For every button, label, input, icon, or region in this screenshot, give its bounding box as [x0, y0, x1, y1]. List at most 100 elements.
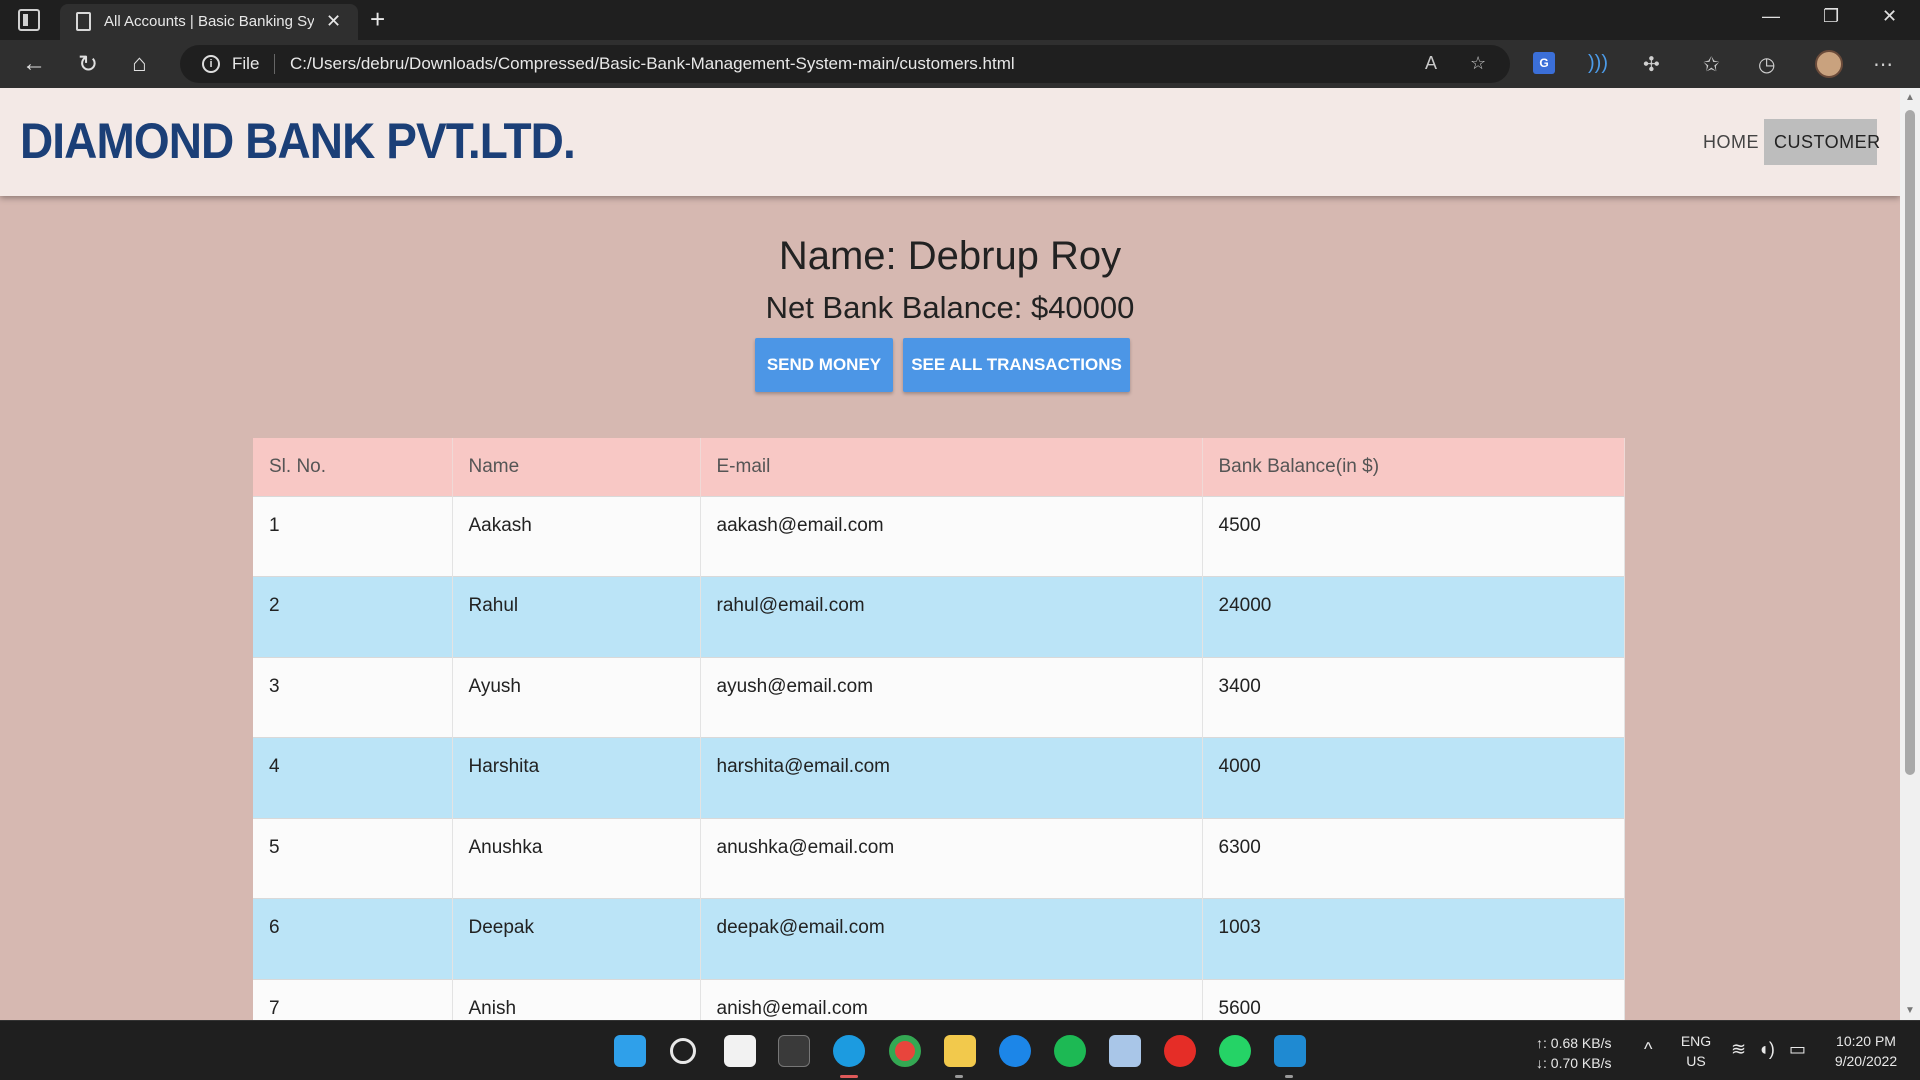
scroll-up-arrow-icon[interactable]: ▲ — [1905, 92, 1915, 103]
minimize-button[interactable]: — — [1762, 6, 1780, 27]
send-money-button[interactable]: SEND MONEY — [755, 338, 893, 392]
cell-sl-no: 4 — [253, 737, 453, 818]
home-icon[interactable]: ⌂ — [132, 50, 147, 78]
cell-email: aakash@email.com — [700, 495, 1203, 577]
file-explorer-icon[interactable] — [944, 1035, 976, 1067]
cell-email: harshita@email.com — [700, 737, 1203, 818]
table-row: 3 Ayush ayush@email.com 3400 — [253, 656, 1625, 738]
cell-balance: 4500 — [1202, 495, 1625, 577]
browser-tab[interactable]: All Accounts | Basic Banking System ✕ — [60, 4, 358, 40]
whatsapp-icon[interactable] — [1219, 1035, 1251, 1067]
browser-address-bar: ← ↻ ⌂ i File C:/Users/debru/Downloads/Co… — [0, 40, 1920, 88]
history-icon[interactable]: ◷ — [1758, 52, 1775, 77]
header-sl-no: Sl. No. — [253, 438, 453, 496]
bank-logo[interactable]: DIAMOND BANK PVT.LTD. — [20, 112, 576, 170]
windows-start-icon[interactable] — [614, 1035, 646, 1067]
cell-email: anish@email.com — [700, 978, 1203, 1020]
photos-icon[interactable] — [1109, 1035, 1141, 1067]
language-code: ENG — [1680, 1033, 1712, 1049]
taskbar: ↑: 0.68 KB/s ↓: 0.70 KB/s ^ ENG US ≋ ◖) … — [0, 1020, 1920, 1080]
favorites-icon[interactable]: ✩ — [1703, 52, 1720, 77]
extensions-icon[interactable]: ✣ — [1643, 52, 1660, 77]
cell-name: Aakash — [452, 495, 701, 577]
site-header: DIAMOND BANK PVT.LTD. HOME CUSTOMER — [0, 88, 1900, 196]
predator-sense-icon[interactable] — [778, 1035, 810, 1067]
url-field[interactable]: i File C:/Users/debru/Downloads/Compress… — [180, 45, 1510, 83]
cell-name: Ayush — [452, 656, 701, 738]
dev-tool-icon[interactable] — [999, 1035, 1031, 1067]
nav-customer-link[interactable]: CUSTOMER — [1764, 119, 1880, 165]
tab-title: All Accounts | Basic Banking System — [104, 13, 314, 30]
profile-avatar[interactable] — [1815, 50, 1843, 78]
store-icon[interactable] — [724, 1035, 756, 1067]
cell-balance: 5600 — [1202, 978, 1625, 1020]
cell-email: ayush@email.com — [700, 656, 1203, 738]
battery-icon[interactable]: ▭ — [1789, 1039, 1806, 1060]
scroll-thumb[interactable] — [1905, 110, 1915, 775]
url-divider — [274, 54, 275, 74]
nav-home-link[interactable]: HOME — [1693, 119, 1769, 165]
chrome-icon[interactable] — [889, 1035, 921, 1067]
table-row: 2 Rahul rahul@email.com 24000 — [253, 576, 1625, 657]
file-label: File — [232, 54, 260, 73]
clock-time: 10:20 PM — [1836, 1033, 1896, 1049]
cell-balance: 1003 — [1202, 898, 1625, 979]
page-scrollbar[interactable]: ▲ ▼ — [1900, 88, 1920, 1020]
see-all-transactions-button[interactable]: SEE ALL TRANSACTIONS — [903, 338, 1130, 392]
network-speed: ↑: 0.68 KB/s ↓: 0.70 KB/s — [1536, 1033, 1611, 1073]
cell-sl-no: 2 — [253, 576, 453, 657]
cell-name: Anushka — [452, 817, 701, 899]
net-download: ↓: 0.70 KB/s — [1536, 1055, 1612, 1071]
cell-name: Rahul — [452, 576, 701, 657]
volume-icon[interactable]: ◖) — [1758, 1039, 1775, 1060]
youtube-music-icon[interactable] — [1164, 1035, 1196, 1067]
cell-email: deepak@email.com — [700, 898, 1203, 979]
header-email: E-mail — [700, 438, 1203, 496]
refresh-icon[interactable]: ↻ — [78, 50, 98, 79]
language-indicator[interactable]: ENG US — [1679, 1031, 1713, 1071]
table-header-row: Sl. No. Name E-mail Bank Balance(in $) — [253, 438, 1625, 496]
search-icon[interactable] — [670, 1038, 696, 1064]
table-row: 1 Aakash aakash@email.com 4500 — [253, 495, 1625, 577]
table-row: 7 Anish anish@email.com 5600 — [253, 978, 1625, 1020]
cell-balance: 3400 — [1202, 656, 1625, 738]
info-icon[interactable]: i — [202, 55, 220, 73]
accounts-table: Sl. No. Name E-mail Bank Balance(in $) 1… — [253, 438, 1625, 1020]
window-close-button[interactable]: ✕ — [1882, 6, 1897, 27]
customer-name-heading: Name: Debrup Roy — [778, 234, 1122, 278]
edge-browser-icon[interactable] — [833, 1035, 865, 1067]
chevron-up-icon[interactable]: ^ — [1644, 1039, 1652, 1060]
net-upload: ↑: 0.68 KB/s — [1536, 1035, 1612, 1051]
wifi-extension-icon[interactable]: ))) — [1588, 52, 1608, 75]
running-app-indicator — [1285, 1075, 1293, 1078]
translate-icon[interactable]: G — [1533, 52, 1555, 74]
table-row: 4 Harshita harshita@email.com 4000 — [253, 737, 1625, 818]
scroll-down-arrow-icon[interactable]: ▼ — [1905, 1005, 1915, 1016]
cell-name: Anish — [452, 978, 701, 1020]
more-menu-icon[interactable]: ⋯ — [1873, 52, 1893, 77]
vscode-icon[interactable] — [1274, 1035, 1306, 1067]
browser-tab-bar: All Accounts | Basic Banking System ✕ + … — [0, 0, 1920, 40]
header-balance: Bank Balance(in $) — [1202, 438, 1625, 496]
spotify-icon[interactable] — [1054, 1035, 1086, 1067]
cell-name: Deepak — [452, 898, 701, 979]
read-aloud-icon[interactable]: A — [1425, 53, 1437, 74]
restore-button[interactable]: ❐ — [1823, 6, 1839, 27]
new-tab-button[interactable]: + — [370, 4, 385, 35]
cell-sl-no: 7 — [253, 978, 453, 1020]
cell-sl-no: 6 — [253, 898, 453, 979]
table-row: 5 Anushka anushka@email.com 6300 — [253, 817, 1625, 899]
tab-close-button[interactable]: ✕ — [326, 11, 341, 32]
url-text[interactable]: C:/Users/debru/Downloads/Compressed/Basi… — [290, 54, 1015, 74]
cell-sl-no: 1 — [253, 495, 453, 577]
cell-sl-no: 3 — [253, 656, 453, 738]
tab-actions-icon[interactable] — [18, 9, 40, 31]
add-favorite-icon[interactable]: ☆ — [1470, 53, 1486, 74]
back-icon[interactable]: ← — [22, 50, 46, 78]
page-viewport: DIAMOND BANK PVT.LTD. HOME CUSTOMER Name… — [0, 88, 1900, 1020]
wifi-icon[interactable]: ≋ — [1731, 1039, 1746, 1060]
clock[interactable]: 10:20 PM 9/20/2022 — [1826, 1031, 1906, 1071]
active-app-indicator — [840, 1075, 858, 1078]
clock-date: 9/20/2022 — [1834, 1053, 1898, 1069]
cell-balance: 4000 — [1202, 737, 1625, 818]
